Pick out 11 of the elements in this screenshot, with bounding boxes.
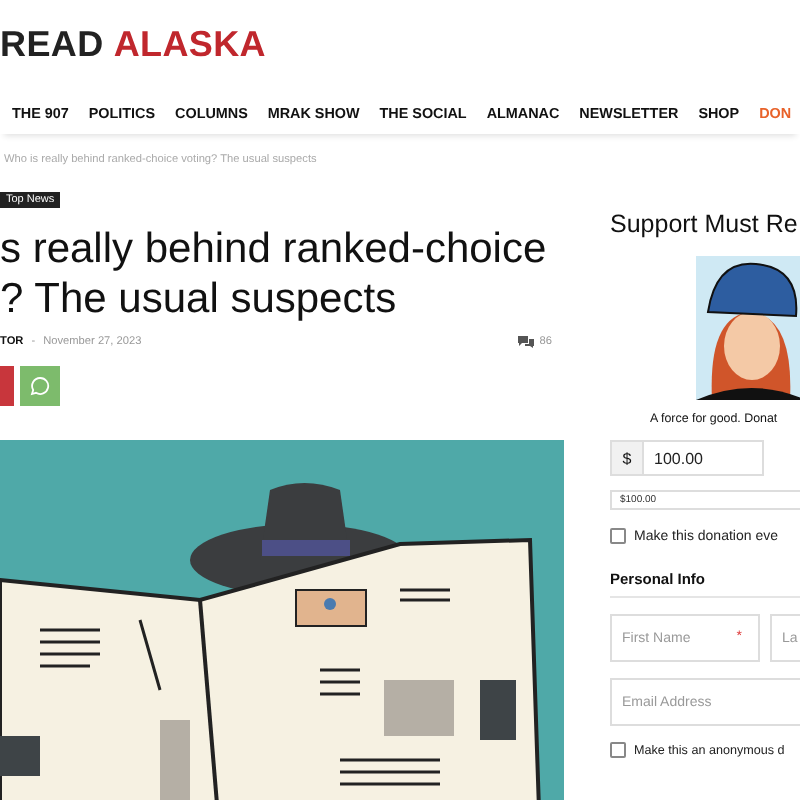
site-logo[interactable]: READ ALASKA: [0, 0, 800, 90]
widget-title: Support Must Re: [610, 210, 800, 238]
checkbox[interactable]: [610, 528, 626, 544]
article-headline: s really behind ranked-choice ? The usual suspects: [0, 224, 549, 324]
currency-addon: $: [610, 440, 644, 476]
cartoon-avatar-drawing: [696, 256, 800, 400]
share-button[interactable]: [20, 366, 60, 406]
amount-field[interactable]: 100.00: [644, 440, 764, 476]
chat-icon: [30, 376, 50, 396]
comments-icon: [517, 336, 534, 348]
checkbox[interactable]: [610, 742, 626, 758]
